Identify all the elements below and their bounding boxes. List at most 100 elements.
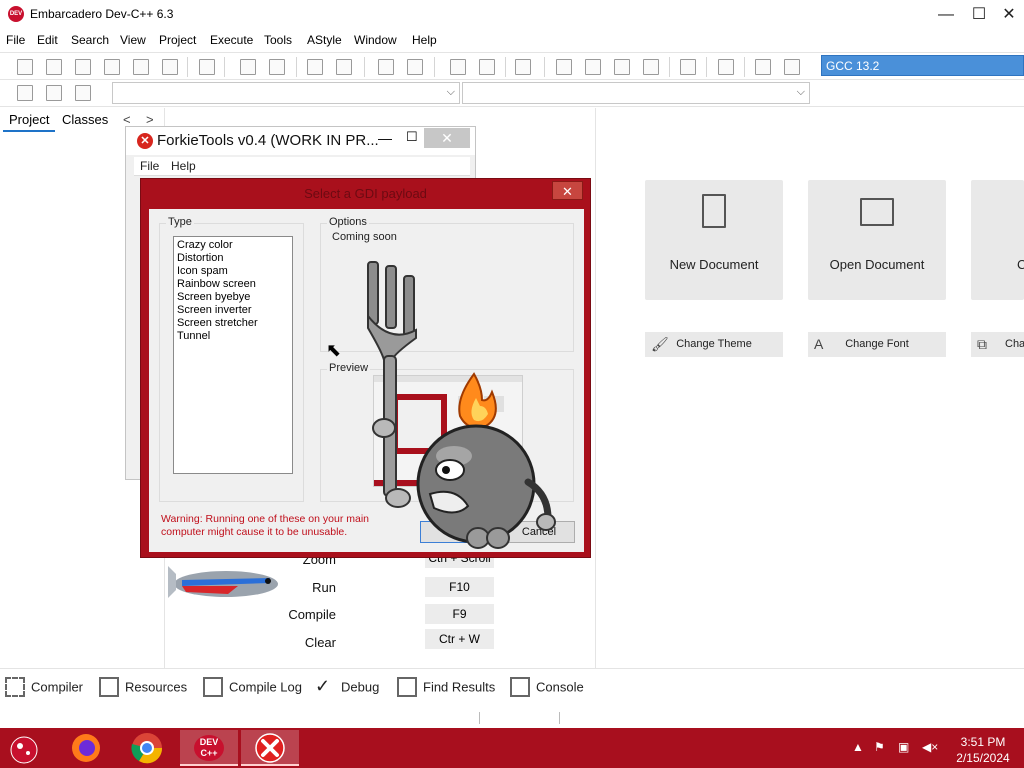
remove-project-icon[interactable] <box>479 59 495 75</box>
open-folder-icon[interactable] <box>46 59 62 75</box>
compile-run-icon[interactable] <box>614 59 630 75</box>
status-separator <box>479 712 480 724</box>
payload-listbox[interactable]: Crazy color Distortion Icon spam Rainbow… <box>173 236 293 474</box>
print-icon[interactable] <box>199 59 215 75</box>
minimize-button[interactable]: — <box>929 3 963 27</box>
new-file-icon[interactable] <box>17 59 33 75</box>
new-project-icon[interactable] <box>450 59 466 75</box>
chevron-left-icon[interactable]: < <box>123 112 131 127</box>
shortcut-label-compile: Compile <box>288 607 336 622</box>
undo-icon[interactable] <box>378 59 394 75</box>
menu-search[interactable]: Search <box>71 33 109 47</box>
compiler-select[interactable]: GCC 13.2 <box>821 55 1024 76</box>
window-title: Embarcadero Dev-C++ 6.3 <box>30 7 174 21</box>
menu-view[interactable]: View <box>120 33 146 47</box>
save-all-icon[interactable] <box>104 59 120 75</box>
taskbar-clock[interactable]: 3:51 PM 2/15/2024 <box>950 734 1016 766</box>
menu-edit[interactable]: Edit <box>37 33 58 47</box>
stop-execution-icon[interactable] <box>718 59 734 75</box>
volume-muted-icon[interactable]: ◀× <box>922 740 938 754</box>
change-font-button[interactable]: A Change Font <box>808 332 946 357</box>
menu-execute[interactable]: Execute <box>210 33 253 47</box>
forkietools-maximize-button[interactable]: ☐ <box>406 129 418 145</box>
bar-chart-icon <box>203 677 223 697</box>
devcpp-taskbar-logo: DEV C++ <box>194 735 224 761</box>
network-icon[interactable]: ▣ <box>898 740 909 754</box>
forkietools-menu-file[interactable]: File <box>140 159 159 173</box>
tab-compile-log[interactable]: Compile Log <box>203 677 302 699</box>
forkietools-menu-bar: File Help <box>134 157 470 176</box>
list-item[interactable]: Screen byebye <box>177 291 289 304</box>
tab-project[interactable]: Project <box>3 112 56 132</box>
flag-icon[interactable]: ⚑ <box>874 740 885 754</box>
tab-classes[interactable]: Classes <box>56 112 114 127</box>
menu-project[interactable]: Project <box>159 33 196 47</box>
chrome-icon[interactable] <box>118 730 176 766</box>
toggle-bookmark-icon[interactable] <box>46 85 62 101</box>
forkietools-icon[interactable] <box>241 730 299 766</box>
class-combo[interactable]: ⌵ <box>112 82 460 104</box>
list-item[interactable]: Screen inverter <box>177 304 289 317</box>
member-combo[interactable]: ⌵ <box>462 82 810 104</box>
profile-icon[interactable] <box>755 59 771 75</box>
run-icon[interactable] <box>585 59 601 75</box>
close-button[interactable]: ✕ <box>992 3 1024 27</box>
show-hidden-icons-icon[interactable]: ▲ <box>852 740 864 754</box>
maximize-button[interactable]: ☐ <box>962 3 996 27</box>
menu-file[interactable]: File <box>6 33 25 47</box>
menu-window[interactable]: Window <box>354 33 397 47</box>
options-caption: Options <box>327 216 369 228</box>
error-x-icon: ✕ <box>137 133 153 149</box>
chevron-down-icon: ⌵ <box>796 86 805 98</box>
list-item[interactable]: Distortion <box>177 252 289 265</box>
change-language-button[interactable]: ⧉ Cha <box>971 332 1024 357</box>
tab-debug[interactable]: ✓ Debug <box>315 677 379 699</box>
menu-tools[interactable]: Tools <box>264 33 292 47</box>
language-icon: ⧉ <box>977 336 987 352</box>
list-item[interactable]: Crazy color <box>177 239 289 252</box>
payload-dialog-close-button[interactable]: ✕ <box>552 181 583 200</box>
devcpp-icon[interactable]: DEV C++ <box>180 730 238 766</box>
list-item[interactable]: Icon spam <box>177 265 289 278</box>
tab-resources[interactable]: Resources <box>99 677 187 699</box>
redo-icon[interactable] <box>407 59 423 75</box>
forkietools-minimize-button[interactable]: — <box>378 130 392 146</box>
menu-astyle[interactable]: AStyle <box>307 33 342 47</box>
tab-console[interactable]: Console <box>510 677 584 699</box>
tab-compiler[interactable]: Compiler <box>5 677 83 699</box>
insert-icon[interactable] <box>17 85 33 101</box>
menu-help[interactable]: Help <box>412 33 437 47</box>
mouse-cursor-icon: ⬉ <box>326 340 342 360</box>
replace-icon[interactable] <box>269 59 285 75</box>
check-syntax-icon[interactable] <box>680 59 696 75</box>
save-icon[interactable] <box>75 59 91 75</box>
forkietools-title-bar: ✕ ForkieTools v0.4 (WORK IN PR... — ☐ ✕ <box>126 127 475 155</box>
bottom-panel-tabs: Compiler Resources Compile Log ✓ Debug Fi… <box>0 668 1024 728</box>
chevron-right-icon[interactable]: > <box>146 112 154 127</box>
start-icon[interactable] <box>2 730 60 766</box>
list-item[interactable]: Tunnel <box>177 330 289 343</box>
comment-icon[interactable] <box>515 59 531 75</box>
tab-find-results[interactable]: Find Results <box>397 677 495 699</box>
compile-icon[interactable] <box>556 59 572 75</box>
new-document-tile[interactable]: New Document <box>645 180 783 300</box>
change-theme-button[interactable]: 🖌 Change Theme <box>645 332 783 357</box>
firefox-icon[interactable] <box>58 730 116 766</box>
list-item[interactable]: Rainbow screen <box>177 278 289 291</box>
unindent-icon[interactable] <box>336 59 352 75</box>
goto-bookmark-icon[interactable] <box>75 85 91 101</box>
third-tile[interactable]: C <box>971 180 1024 300</box>
close-file-icon[interactable] <box>133 59 149 75</box>
delete-profile-icon[interactable] <box>784 59 800 75</box>
shortcut-key-compile: F9 <box>425 604 494 624</box>
forkietools-close-button[interactable]: ✕ <box>424 128 470 148</box>
forkietools-menu-help[interactable]: Help <box>171 159 196 173</box>
open-document-tile[interactable]: Open Document <box>808 180 946 300</box>
indent-icon[interactable] <box>307 59 323 75</box>
list-item[interactable]: Screen stretcher <box>177 317 289 330</box>
close-all-icon[interactable] <box>162 59 178 75</box>
rebuild-icon[interactable] <box>643 59 659 75</box>
devcpp-logo-icon: DEV C++ <box>8 6 24 33</box>
tile-label: Open Document <box>829 257 925 272</box>
find-icon[interactable] <box>240 59 256 75</box>
